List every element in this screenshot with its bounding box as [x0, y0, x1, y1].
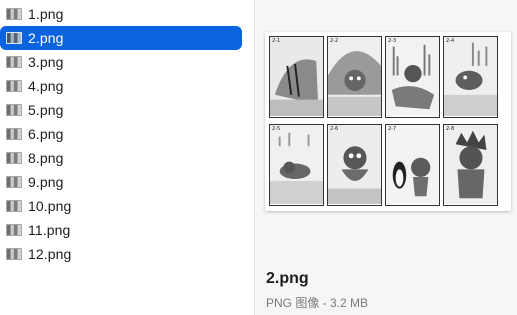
- comic-panel: 2-6: [327, 124, 382, 206]
- file-name: 1.png: [28, 6, 64, 22]
- comic-panel-art: [270, 37, 323, 117]
- panel-label: 2-4: [446, 38, 455, 44]
- file-row-6[interactable]: 6.png: [0, 122, 242, 146]
- file-row-8[interactable]: 8.png: [0, 146, 242, 170]
- file-name: 12.png: [28, 246, 72, 262]
- panel-label: 2-5: [272, 126, 281, 132]
- file-name: 2.png: [28, 30, 64, 46]
- file-name: 11.png: [28, 222, 71, 238]
- preview-image[interactable]: 2-1 2-2 2-3 2-4 2-5 2-6 2-7 2-8: [265, 32, 511, 211]
- comic-panel-art: [444, 125, 497, 205]
- file-row-3[interactable]: 3.png: [0, 50, 242, 74]
- file-list: 1.png 2.png 3.png 4.png 5.png 6.png 8.pn…: [0, 0, 254, 315]
- comic-panel: 2-8: [443, 124, 498, 206]
- image-thumbnail-icon: [6, 80, 22, 92]
- panel-label: 2-7: [388, 126, 397, 132]
- file-row-9[interactable]: 9.png: [0, 170, 242, 194]
- image-thumbnail-icon: [6, 248, 22, 260]
- panel-label: 2-2: [330, 38, 339, 44]
- comic-panel-art: [386, 37, 439, 117]
- comic-panel-art: [270, 125, 323, 205]
- image-thumbnail-icon: [6, 56, 22, 68]
- comic-panel-art: [386, 125, 439, 205]
- image-thumbnail-icon: [6, 224, 22, 236]
- image-thumbnail-icon: [6, 32, 22, 44]
- panel-label: 2-1: [272, 38, 281, 44]
- image-thumbnail-icon: [6, 200, 22, 212]
- file-row-2[interactable]: 2.png: [0, 26, 242, 50]
- file-row-11[interactable]: 11.png: [0, 218, 242, 242]
- panel-label: 2-8: [446, 126, 455, 132]
- comic-panel: 2-4: [443, 36, 498, 118]
- comic-panel-art: [328, 37, 381, 117]
- file-name: 4.png: [28, 78, 64, 94]
- preview-file-info: PNG 图像 - 3.2 MB: [266, 296, 369, 310]
- file-name: 8.png: [28, 150, 64, 166]
- comic-panel: 2-7: [385, 124, 440, 206]
- file-row-10[interactable]: 10.png: [0, 194, 242, 218]
- panel-label: 2-6: [330, 126, 339, 132]
- file-row-12[interactable]: 12.png: [0, 242, 242, 266]
- comic-panel-art: [328, 125, 381, 205]
- comic-panel: 2-5: [269, 124, 324, 206]
- comic-panel-art: [444, 37, 497, 117]
- image-thumbnail-icon: [6, 104, 22, 116]
- comic-panel: 2-2: [327, 36, 382, 118]
- preview-file-name: 2.png: [266, 270, 309, 287]
- file-name: 6.png: [28, 126, 64, 142]
- file-name: 10.png: [28, 198, 72, 214]
- file-name: 5.png: [28, 102, 64, 118]
- comic-panel: 2-1: [269, 36, 324, 118]
- comic-panel: 2-3: [385, 36, 440, 118]
- image-thumbnail-icon: [6, 8, 22, 20]
- file-row-1[interactable]: 1.png: [0, 2, 242, 26]
- file-name: 9.png: [28, 174, 64, 190]
- image-thumbnail-icon: [6, 152, 22, 164]
- image-thumbnail-icon: [6, 128, 22, 140]
- image-thumbnail-icon: [6, 176, 22, 188]
- panel-label: 2-3: [388, 38, 397, 44]
- preview-pane: 2-1 2-2 2-3 2-4 2-5 2-6 2-7 2-8 2.png PN…: [255, 0, 517, 315]
- file-row-4[interactable]: 4.png: [0, 74, 242, 98]
- file-row-5[interactable]: 5.png: [0, 98, 242, 122]
- file-name: 3.png: [28, 54, 64, 70]
